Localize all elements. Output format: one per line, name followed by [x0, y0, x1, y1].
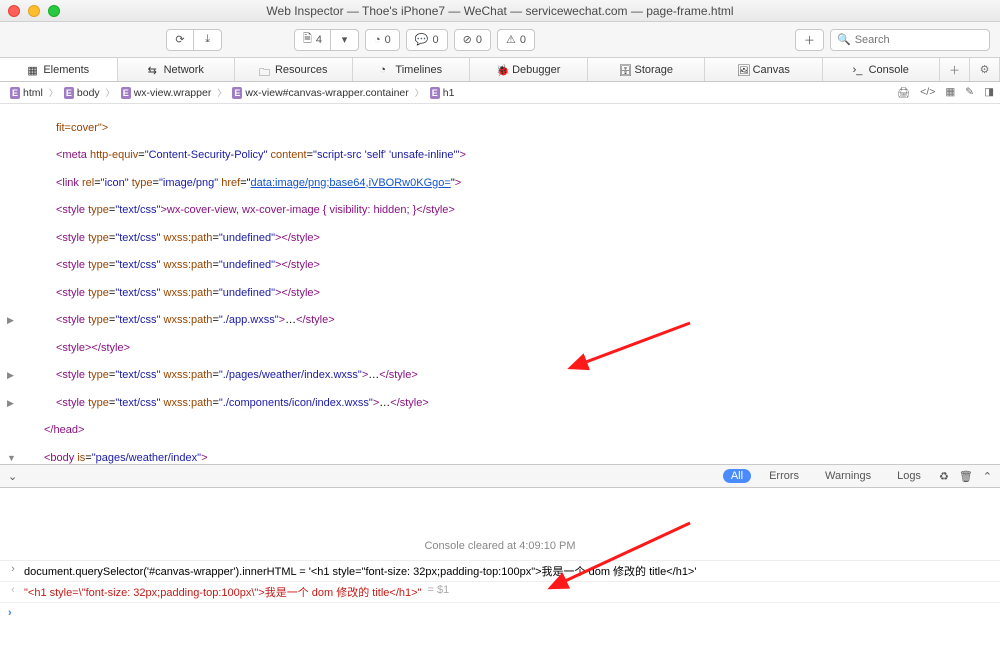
- console-header: ⌄ All Errors Warnings Logs ♻ 🗑 ⌃: [0, 464, 1000, 488]
- clear-console-icon[interactable]: 🗑: [959, 470, 973, 483]
- dom-tree[interactable]: fit=cover"> <meta http-equiv="Content-Se…: [0, 104, 1000, 464]
- dom-node[interactable]: <style type="text/css" wxss:path="undefi…: [20, 287, 1000, 301]
- bc-h1[interactable]: Eh1: [426, 86, 459, 100]
- dom-node[interactable]: ▶<style type="text/css" wxss:path="./app…: [20, 314, 1000, 328]
- tab-console[interactable]: ›_Console: [823, 58, 941, 81]
- dom-node[interactable]: <link rel="icon" type="image/png" href="…: [20, 177, 1000, 191]
- tab-timelines[interactable]: ◔Timelines: [353, 58, 471, 81]
- tab-debugger[interactable]: 🐞Debugger: [470, 58, 588, 81]
- expand-toggle[interactable]: ▶: [7, 315, 14, 326]
- tab-canvas[interactable]: 🖼Canvas: [705, 58, 823, 81]
- download-button[interactable]: ⤓: [194, 29, 222, 51]
- sidebar-toggle-icon[interactable]: ◨: [984, 86, 994, 99]
- tab-resources[interactable]: 🗀Resources: [235, 58, 353, 81]
- toolbar: ⟳ ⤓ 🗎 4 ▾ ◔0 💬0 ⊘0 ⚠0 ＋ 🔍: [0, 22, 1000, 58]
- console-icon: ›_: [853, 64, 864, 75]
- breadcrumb-actions: 🖨 </> ▦ ✎ ◨: [897, 86, 994, 99]
- search-box[interactable]: 🔍: [830, 29, 990, 51]
- console-output-line[interactable]: ‹ "<h1 style=\"font-size: 32px;padding-t…: [0, 581, 1000, 602]
- timelines-icon: ◔: [379, 64, 390, 75]
- dom-node[interactable]: ▼<body is="pages/weather/index">: [20, 452, 1000, 464]
- filter-errors[interactable]: Errors: [761, 469, 807, 483]
- debugger-icon: 🐞: [496, 64, 507, 75]
- dom-node[interactable]: <style type="text/css" wxss:path="undefi…: [20, 259, 1000, 273]
- elements-icon: ▦: [27, 64, 38, 75]
- code-icon[interactable]: </>: [920, 86, 935, 99]
- input-chevron-icon: ›: [8, 563, 18, 575]
- issues-count[interactable]: ⊘0: [454, 29, 491, 51]
- dom-node[interactable]: </head>: [20, 424, 1000, 438]
- filter-logs[interactable]: Logs: [889, 469, 929, 483]
- edit-icon[interactable]: ✎: [965, 86, 974, 99]
- titlebar: Web Inspector — Thoe's iPhone7 — WeChat …: [0, 0, 1000, 22]
- storage-icon: 🗄: [618, 64, 629, 75]
- search-input[interactable]: [855, 34, 983, 46]
- canvas-icon: 🖼: [737, 64, 748, 75]
- console-cleared-message: Console cleared at 4:09:10 PM: [0, 494, 1000, 560]
- tab-network[interactable]: ⇆Network: [118, 58, 236, 81]
- print-icon[interactable]: 🖨: [897, 86, 910, 99]
- console-prompt[interactable]: ›: [0, 602, 1000, 623]
- bc-container[interactable]: Ewx-view#canvas-wrapper.container: [228, 86, 412, 100]
- dom-node[interactable]: <style type="text/css">wx-cover-view, wx…: [20, 204, 1000, 218]
- messages-count[interactable]: 💬0: [406, 29, 448, 51]
- filter-all[interactable]: All: [723, 469, 751, 483]
- dropdown-button[interactable]: ▾: [331, 29, 359, 51]
- nav-group: ⟳ ⤓: [166, 29, 222, 51]
- tab-storage[interactable]: 🗄Storage: [588, 58, 706, 81]
- warnings-count[interactable]: ⚠0: [497, 29, 535, 51]
- dom-node[interactable]: ▶<style type="text/css" wxss:path="./pag…: [20, 369, 1000, 383]
- dom-node[interactable]: <style type="text/css" wxss:path="undefi…: [20, 232, 1000, 246]
- bc-body[interactable]: Ebody: [60, 86, 104, 100]
- console-toggle-icon[interactable]: ⌄: [8, 470, 17, 483]
- dom-node[interactable]: <meta http-equiv="Content-Security-Polic…: [20, 149, 1000, 163]
- console-input-line[interactable]: › document.querySelector('#canvas-wrappe…: [0, 560, 1000, 581]
- grid-icon[interactable]: ▦: [945, 86, 955, 99]
- add-tab-button[interactable]: ＋: [940, 58, 970, 81]
- output-chevron-icon: ‹: [8, 584, 18, 596]
- gc-icon[interactable]: ♻: [939, 470, 949, 483]
- tab-count-button[interactable]: 🗎 4: [294, 29, 331, 51]
- bc-html[interactable]: Ehtml: [6, 86, 47, 100]
- breadcrumb: Ehtml〉 Ebody〉 Ewx-view.wrapper〉 Ewx-view…: [0, 82, 1000, 104]
- reload-button[interactable]: ⟳: [166, 29, 194, 51]
- window-title: Web Inspector — Thoe's iPhone7 — WeChat …: [0, 4, 1000, 18]
- tab-settings-button[interactable]: ⚙: [970, 58, 1000, 81]
- collapse-icon[interactable]: ⌃: [983, 470, 992, 483]
- timeline-count[interactable]: ◔0: [365, 29, 400, 51]
- dom-node[interactable]: <style></style>: [20, 342, 1000, 356]
- dom-node[interactable]: ▶<style type="text/css" wxss:path="./com…: [20, 397, 1000, 411]
- prompt-icon: ›: [8, 607, 12, 619]
- network-icon: ⇆: [148, 64, 159, 75]
- tab-elements[interactable]: ▦Elements: [0, 58, 118, 81]
- plus-button[interactable]: ＋: [795, 29, 824, 51]
- resources-icon: 🗀: [259, 64, 270, 75]
- filter-warnings[interactable]: Warnings: [817, 469, 879, 483]
- dom-node[interactable]: fit=cover">: [20, 122, 1000, 136]
- panel-tabs: ▦Elements ⇆Network 🗀Resources ◔Timelines…: [0, 58, 1000, 82]
- bc-wrapper[interactable]: Ewx-view.wrapper: [117, 86, 216, 100]
- console-body[interactable]: Console cleared at 4:09:10 PM › document…: [0, 488, 1000, 646]
- search-icon: 🔍: [837, 33, 851, 46]
